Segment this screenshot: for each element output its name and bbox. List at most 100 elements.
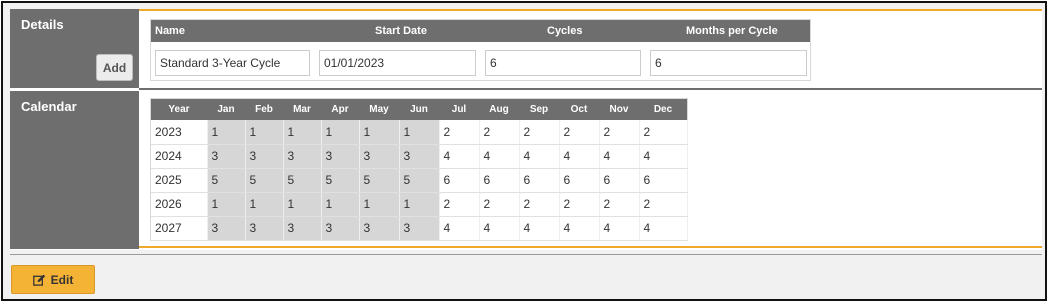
cycle-cell: 1	[399, 192, 440, 217]
cycle-cell: 2	[479, 120, 520, 145]
calendar-label-text: Calendar	[21, 99, 77, 114]
details-label-text: Details	[21, 17, 64, 32]
calendar-bottom-accent	[139, 246, 1042, 248]
cycle-cell: 4	[639, 144, 688, 169]
calendar-col-header: Year	[151, 99, 207, 120]
table-row: 2025 5 5 5 5 5 5 6 6 6 6 6 6	[151, 168, 688, 193]
cycle-cell: 2	[639, 120, 688, 145]
cycle-cell: 3	[207, 216, 246, 241]
cycle-cell: 5	[245, 168, 284, 193]
calendar-col-header: Sep	[519, 99, 559, 120]
calendar-col-header: Dec	[639, 99, 687, 120]
cycle-cell: 1	[283, 192, 322, 217]
cycle-cell: 1	[359, 120, 400, 145]
add-button[interactable]: Add	[96, 54, 133, 81]
cycle-cell: 4	[599, 216, 640, 241]
header-months-per-cycle: Months per Cycle	[686, 25, 778, 37]
cycle-cell: 3	[245, 216, 284, 241]
cycle-cell: 4	[439, 144, 480, 169]
year-cell: 2023	[151, 120, 208, 145]
cycle-cell: 1	[245, 120, 284, 145]
cycle-cell: 3	[245, 144, 284, 169]
table-row: 2026 1 1 1 1 1 1 2 2 2 2 2 2	[151, 192, 688, 217]
calendar-table: Year Jan Feb Mar Apr May Jun Jul Aug Sep Oct Nov Dec…	[151, 99, 688, 241]
calendar-col-header: Jan	[207, 99, 245, 120]
calendar-col-header: Aug	[479, 99, 519, 120]
cycle-cell: 5	[359, 168, 400, 193]
footer-divider	[10, 254, 1042, 255]
main-frame: Details Add Name Start Date Cycles Month…	[1, 1, 1047, 301]
cycle-cell: 4	[519, 216, 560, 241]
cycle-cell: 5	[207, 168, 246, 193]
cycle-cell: 2	[559, 120, 600, 145]
cycle-cell: 2	[439, 192, 480, 217]
cycle-cell: 4	[479, 216, 520, 241]
edit-label: Edit	[50, 272, 74, 287]
details-form: Name Start Date Cycles Months per Cycle	[150, 19, 811, 81]
cycle-cell: 3	[359, 216, 400, 241]
table-row: 2023 1 1 1 1 1 1 2 2 2 2 2 2	[151, 120, 688, 145]
months-per-cycle-input[interactable]	[650, 50, 807, 76]
cycle-cell: 4	[599, 144, 640, 169]
cycle-cell: 5	[283, 168, 322, 193]
calendar-section-label: Calendar	[10, 91, 139, 249]
year-cell: 2026	[151, 192, 208, 217]
cycle-cell: 5	[399, 168, 440, 193]
cycle-cell: 6	[639, 168, 688, 193]
header-start-date: Start Date	[375, 25, 427, 37]
calendar-col-header: Jun	[399, 99, 439, 120]
cycle-cell: 3	[283, 144, 322, 169]
start-date-input[interactable]	[319, 50, 476, 76]
cycle-cell: 4	[479, 144, 520, 169]
cycle-cell: 2	[599, 120, 640, 145]
cycle-cell: 3	[359, 144, 400, 169]
cycle-cell: 3	[321, 144, 360, 169]
table-row: 2024 3 3 3 3 3 3 4 4 4 4 4 4	[151, 144, 688, 169]
details-top-accent	[139, 9, 1042, 11]
calendar-col-header: May	[359, 99, 399, 120]
year-cell: 2025	[151, 168, 208, 193]
cycle-cell: 3	[399, 144, 440, 169]
cycle-cell: 1	[207, 192, 246, 217]
name-input[interactable]	[155, 50, 310, 76]
calendar-col-header: Nov	[599, 99, 639, 120]
cycle-cell: 2	[519, 192, 560, 217]
details-header: Name Start Date Cycles Months per Cycle	[151, 20, 810, 42]
cycle-cell: 6	[439, 168, 480, 193]
cycle-cell: 1	[321, 192, 360, 217]
cycles-input[interactable]	[485, 50, 641, 76]
cycle-cell: 6	[559, 168, 600, 193]
header-cycles: Cycles	[547, 25, 583, 37]
cycle-cell: 1	[359, 192, 400, 217]
cycle-cell: 2	[439, 120, 480, 145]
cycle-cell: 4	[639, 216, 688, 241]
calendar-col-header: Mar	[283, 99, 321, 120]
cycle-cell: 1	[245, 192, 284, 217]
cycle-cell: 6	[519, 168, 560, 193]
cycle-cell: 2	[559, 192, 600, 217]
cycle-cell: 2	[599, 192, 640, 217]
year-cell: 2024	[151, 144, 208, 169]
cycle-cell: 5	[321, 168, 360, 193]
calendar-body: 2023 1 1 1 1 1 1 2 2 2 2 2 2 2024 3 3 3 3 3 3 4 4 4 4 4 4 2025 5 5 5 5…	[151, 120, 688, 241]
cycle-cell: 1	[207, 120, 246, 145]
calendar-header-row: Year Jan Feb Mar Apr May Jun Jul Aug Sep Oct Nov Dec	[151, 99, 687, 120]
calendar-col-header: Feb	[245, 99, 283, 120]
cycle-cell: 6	[599, 168, 640, 193]
table-row: 2027 3 3 3 3 3 3 4 4 4 4 4 4	[151, 216, 688, 241]
header-name: Name	[155, 25, 185, 37]
cycle-cell: 3	[207, 144, 246, 169]
cycle-cell: 4	[559, 144, 600, 169]
edit-button[interactable]: Edit	[11, 265, 95, 294]
cycle-cell: 3	[283, 216, 322, 241]
cycle-cell: 6	[479, 168, 520, 193]
edit-icon	[32, 274, 45, 286]
cycle-cell: 2	[479, 192, 520, 217]
cycle-cell: 1	[283, 120, 322, 145]
calendar-col-header: Apr	[321, 99, 359, 120]
cycle-cell: 4	[519, 144, 560, 169]
cycle-cell: 2	[519, 120, 560, 145]
cycle-cell: 4	[439, 216, 480, 241]
cycle-cell: 1	[321, 120, 360, 145]
cycle-cell: 1	[399, 120, 440, 145]
